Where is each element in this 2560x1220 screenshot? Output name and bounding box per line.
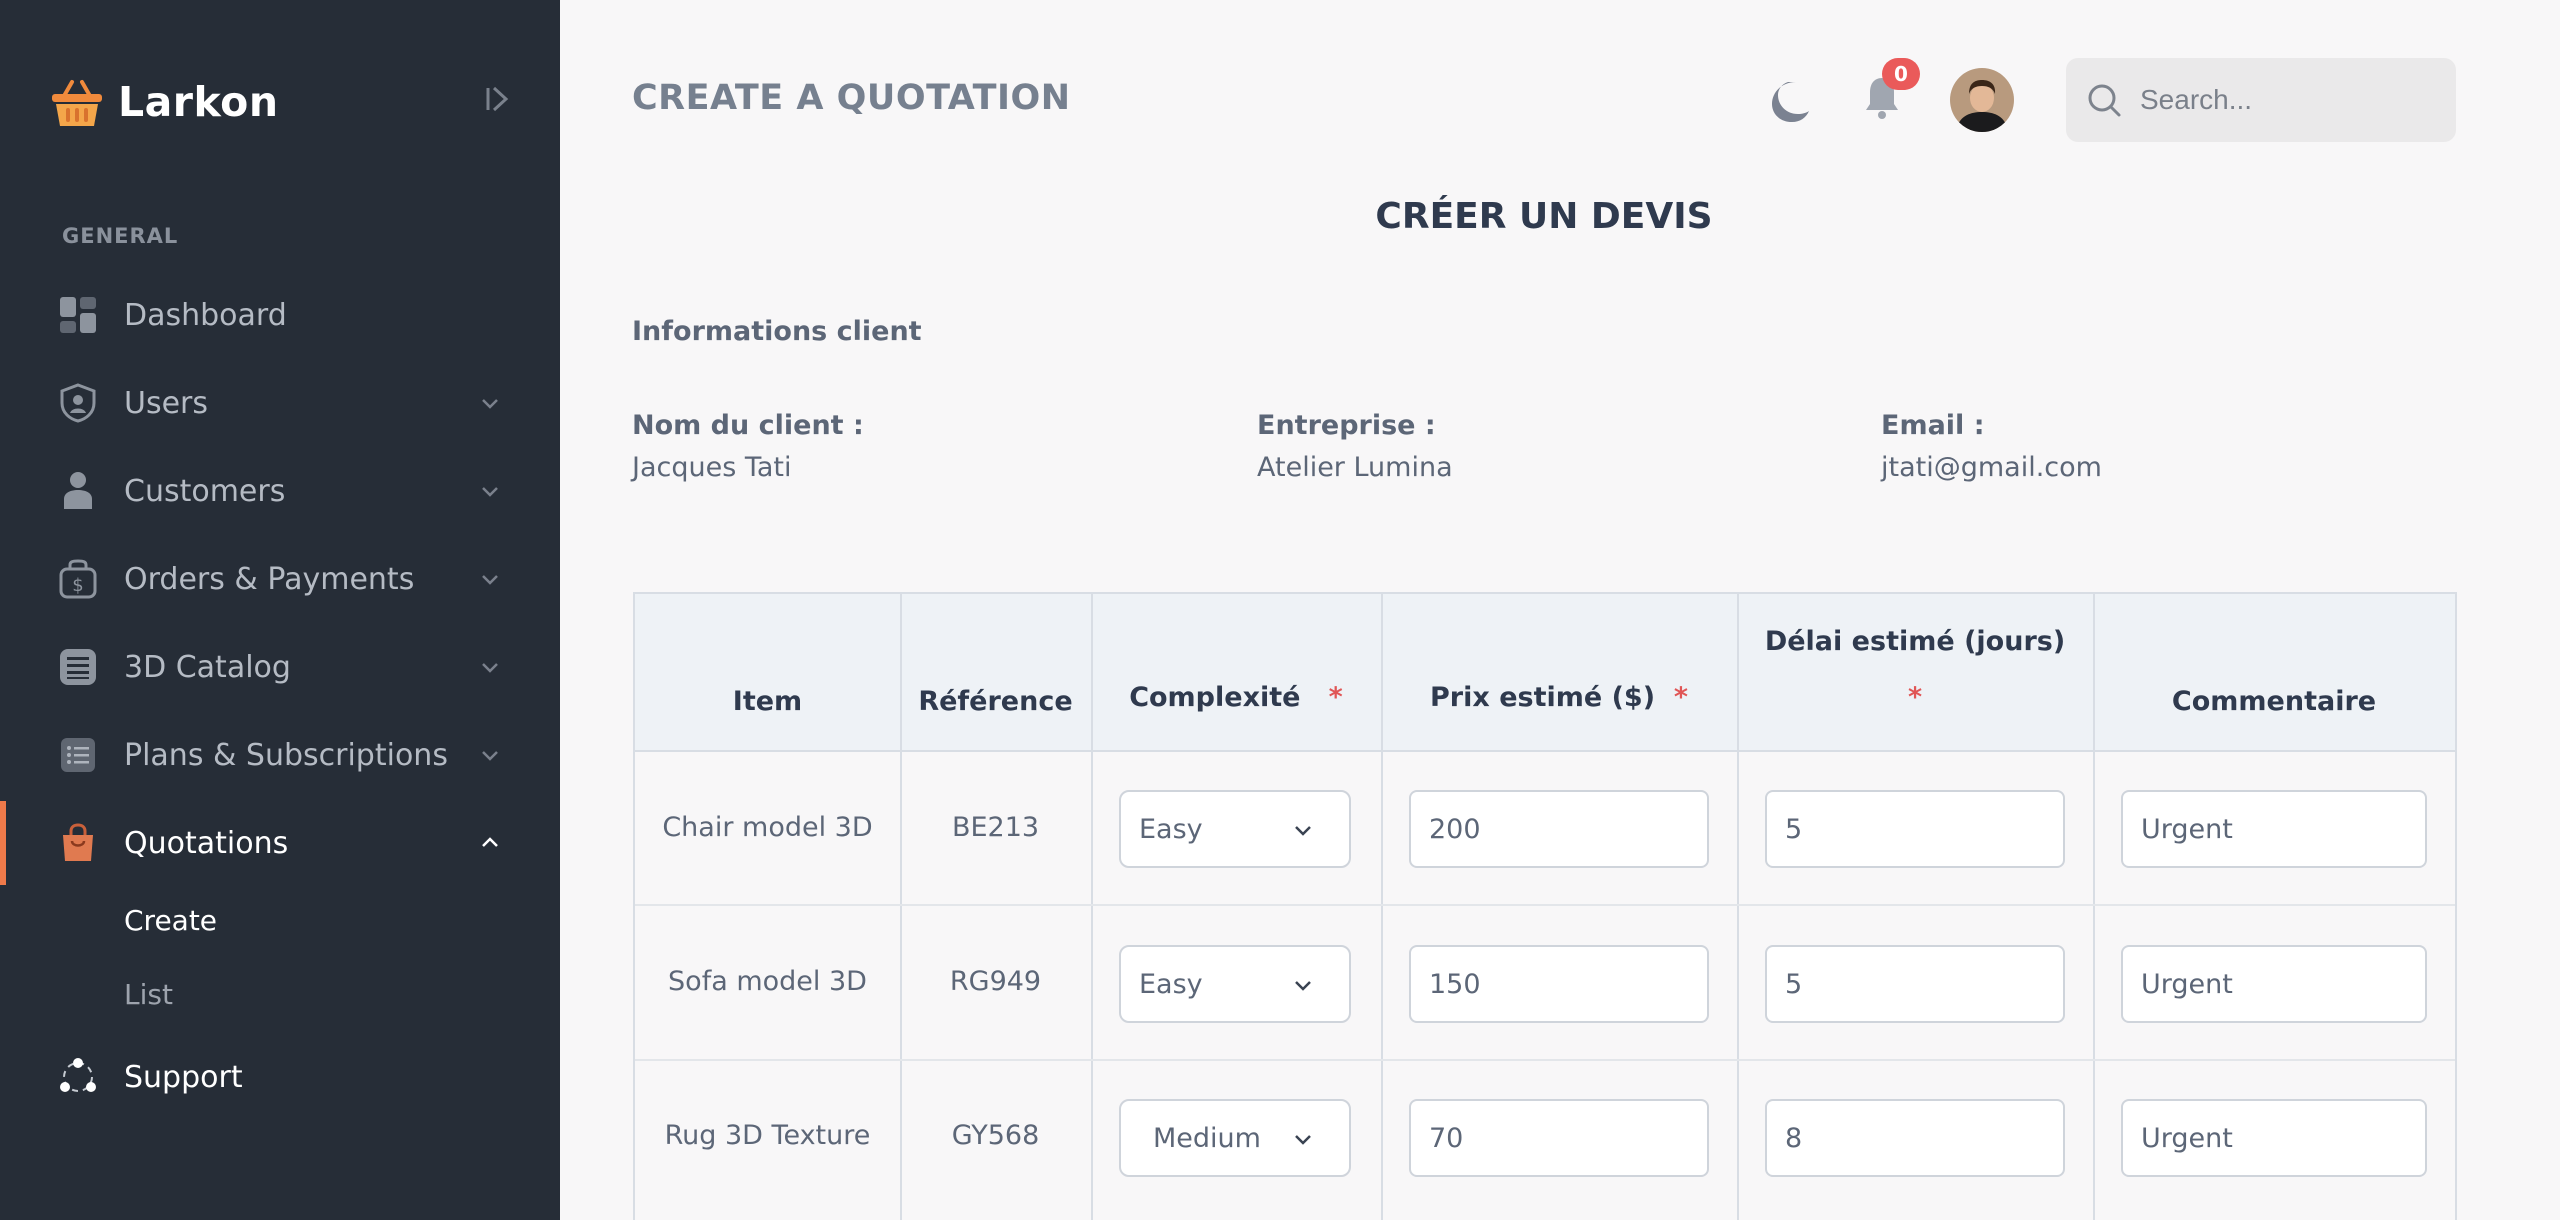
sidebar-item-label: 3D Catalog [124,649,291,685]
client-name-value: Jacques Tati [632,452,792,483]
sidebar-item-plans-subscriptions[interactable]: Plans & Subscriptions [0,720,560,790]
row-divider [635,1059,2455,1061]
company-label: Entreprise : [1257,410,1436,441]
sidebar-item-label: Customers [124,473,286,509]
cell-item: Chair model 3D [662,812,873,843]
sidebar: Larkon GENERAL Dashboard Users Customers… [0,0,560,1220]
company-value: Atelier Lumina [1257,452,1453,483]
search-box[interactable] [2066,58,2456,142]
header-complexity: Complexité * [1091,682,1381,713]
sidebar-item-label: Dashboard [124,297,287,333]
chevron-down-icon [482,751,498,761]
form-title: CRÉER UN DEVIS [1375,196,1713,237]
comment-input[interactable]: Urgent [2121,1099,2427,1177]
comment-input[interactable]: Urgent [2121,790,2427,868]
sidebar-item-label: Plans & Subscriptions [124,737,448,773]
header-item: Item [732,686,803,717]
header-reference: Référence [918,686,1073,717]
chevron-down-icon [482,663,498,673]
chevron-down-icon [1295,1135,1311,1145]
list-icon [58,735,98,775]
sidebar-item-orders-payments[interactable]: $ Orders & Payments [0,544,560,614]
header-price: Prix estimé ($) * [1381,682,1737,713]
sidebar-item-support[interactable]: Support [0,1042,560,1112]
required-mark: * [1328,682,1343,713]
row-divider [635,904,2455,906]
search-icon [2088,84,2121,117]
support-icon [58,1057,98,1097]
table-header [635,594,2455,752]
sidebar-item-label: Support [124,1059,243,1095]
cell-item: Rug 3D Texture [664,1120,871,1151]
moon-icon[interactable] [1766,78,1812,124]
chevron-down-icon [1295,826,1311,836]
cell-reference: GY568 [951,1120,1040,1151]
sidebar-item-dashboard[interactable]: Dashboard [0,280,560,350]
chevron-down-icon [482,575,498,585]
sidebar-subitem-create[interactable]: Create [124,904,217,937]
basket-logo-icon [52,80,102,126]
client-info-title: Informations client [632,316,922,347]
email-value: jtati@gmail.com [1881,452,2102,483]
header-price-label: Prix estimé ($) [1430,682,1656,713]
user-avatar-image [1950,68,2014,132]
app-root: Larkon GENERAL Dashboard Users Customers… [0,0,2560,1220]
delay-input[interactable]: 5 [1765,945,2065,1023]
sidebar-item-label: Orders & Payments [124,561,415,597]
sidebar-section-general: GENERAL [62,224,179,248]
search-input[interactable] [2140,58,2440,142]
chevron-down-icon [482,399,498,409]
sidebar-item-label: Quotations [124,825,289,861]
price-input[interactable]: 70 [1409,1099,1709,1177]
header-complexity-label: Complexité [1129,682,1301,713]
complexity-value: Easy [1139,968,1203,1000]
email-label: Email : [1881,410,1985,441]
chevron-down-icon [1295,981,1311,991]
delay-input[interactable]: 5 [1765,790,2065,868]
collapse-sidebar-icon[interactable] [484,84,514,114]
sidebar-item-customers[interactable]: Customers [0,456,560,526]
dashboard-icon [58,295,98,335]
sidebar-item-quotations[interactable]: Quotations [0,808,560,878]
logo[interactable]: Larkon [50,76,279,128]
complexity-select[interactable]: Medium [1119,1099,1351,1177]
header-comment: Commentaire [2171,686,2377,717]
page-title: CREATE A QUOTATION [632,78,1071,118]
sidebar-subitem-list[interactable]: List [124,978,173,1011]
quotation-table: Item Référence Complexité * Prix estimé … [633,592,2457,1220]
sidebar-item-users[interactable]: Users [0,368,560,438]
chevron-up-icon [482,837,498,847]
dollar-bag-icon: $ [58,559,98,599]
cell-item: Sofa model 3D [668,966,867,997]
sidebar-item-3d-catalog[interactable]: 3D Catalog [0,632,560,702]
complexity-select[interactable]: Easy [1119,945,1351,1023]
delay-input[interactable]: 8 [1765,1099,2065,1177]
client-name-label: Nom du client : [632,410,864,441]
sidebar-item-label: Users [124,385,209,421]
price-input[interactable]: 150 [1409,945,1709,1023]
person-icon [58,471,98,511]
complexity-value: Medium [1153,1122,1261,1154]
required-mark: * [1673,682,1688,713]
required-mark: * [1907,682,1923,713]
app-name: Larkon [118,78,279,126]
price-input[interactable]: 200 [1409,790,1709,868]
cell-reference: BE213 [951,812,1040,843]
cell-reference: RG949 [949,966,1042,997]
catalog-icon [58,647,98,687]
avatar[interactable] [1950,68,2014,132]
complexity-value: Easy [1139,813,1203,845]
notification-badge: 0 [1882,58,1920,90]
shopping-bag-icon [58,823,98,863]
complexity-select[interactable]: Easy [1119,790,1351,868]
header-delay: Délai estimé (jours) [1764,626,2066,657]
shield-user-icon [58,383,98,423]
svg-text:$: $ [72,575,83,596]
comment-input[interactable]: Urgent [2121,945,2427,1023]
chevron-down-icon [482,487,498,497]
